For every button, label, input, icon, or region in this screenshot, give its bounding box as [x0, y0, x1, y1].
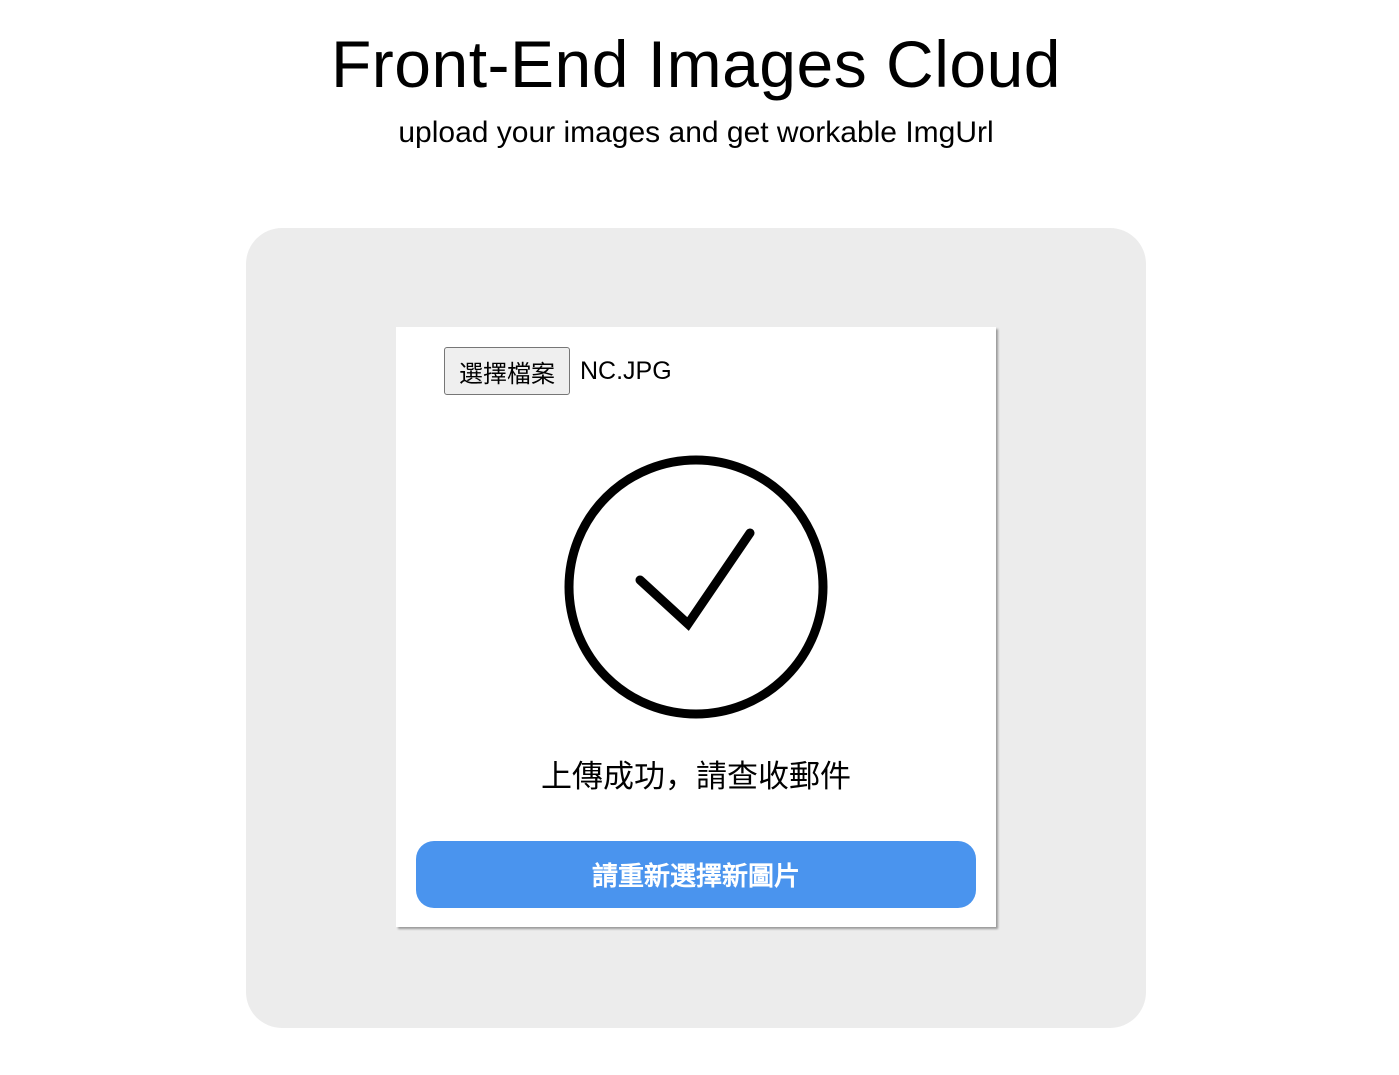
selected-file-name: NC.JPG	[580, 356, 672, 385]
page-subtitle: upload your images and get workable ImgU…	[398, 116, 994, 149]
check-circle-icon	[564, 455, 828, 719]
check-mark	[635, 528, 755, 631]
page-title: Front-End Images Cloud	[330, 27, 1061, 101]
file-input: 選擇檔案 NC.JPG	[444, 347, 672, 395]
choose-file-button[interactable]: 選擇檔案	[444, 347, 570, 395]
upload-status-message: 上傳成功，請查收郵件	[541, 759, 851, 795]
upload-card: 選擇檔案 NC.JPG 上傳成功，請查收郵件 請重新選擇新圖片	[396, 327, 996, 927]
check-circle-ring	[564, 455, 828, 719]
reselect-image-button[interactable]: 請重新選擇新圖片	[416, 841, 976, 908]
